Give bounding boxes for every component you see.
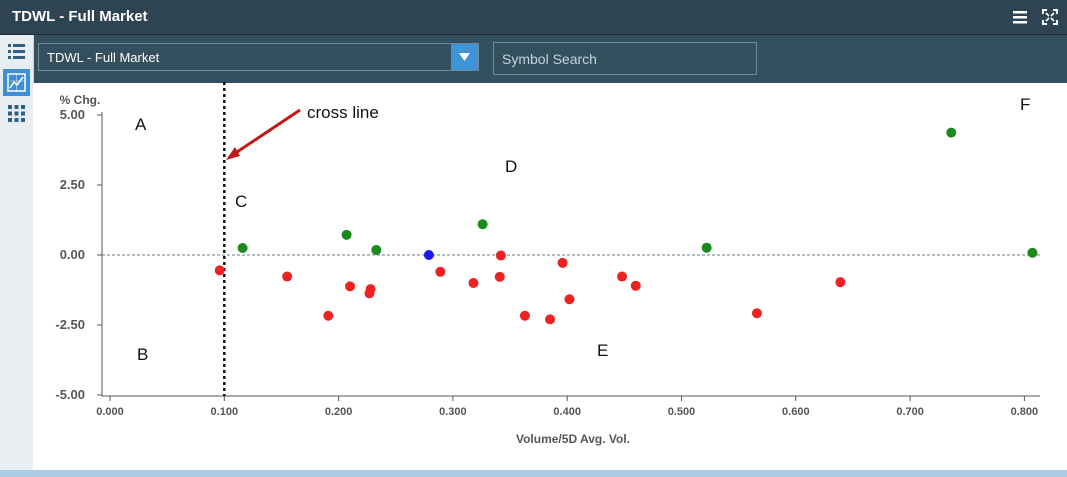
cross-line-arrow (233, 108, 301, 156)
x-tick-label: 0.800 (1011, 406, 1039, 418)
x-tick-label: 0.100 (211, 406, 239, 418)
data-point (365, 284, 376, 295)
region-label-e: E (597, 341, 608, 360)
x-tick-label: 0.200 (325, 406, 353, 418)
y-tick-label: 0.00 (60, 247, 85, 262)
data-point (214, 265, 225, 276)
data-point (946, 127, 957, 138)
x-tick-label: 0.000 (96, 406, 124, 418)
y-axis-label: % Chg. (60, 93, 101, 107)
region-label-c: C (235, 192, 247, 211)
data-point (468, 278, 479, 288)
region-label-b: B (137, 345, 148, 364)
data-point (545, 314, 556, 325)
y-tick-label: 5.00 (60, 107, 85, 122)
cross-line-label: cross line (307, 103, 379, 122)
data-point (423, 250, 434, 260)
x-tick-label: 0.700 (896, 406, 924, 418)
region-label-a: A (135, 115, 147, 134)
data-point (477, 219, 488, 230)
data-point (701, 242, 712, 253)
data-point (495, 250, 506, 261)
region-label-f: F (1020, 95, 1030, 114)
y-tick-label: -5.00 (55, 387, 85, 402)
data-point (617, 271, 628, 282)
data-point (751, 308, 762, 319)
scatter-chart: 5.00 2.50 0.00 -2.50 -5.00 0.000 0.100 0.200 0.3… (55, 82, 1040, 446)
x-axis-label: Volume/5D Avg. Vol. (516, 432, 630, 446)
data-point (323, 310, 334, 321)
data-point (341, 229, 352, 240)
data-point (835, 277, 846, 288)
data-point (494, 271, 505, 282)
data-point (435, 266, 446, 277)
y-tick-label: -2.50 (55, 317, 85, 332)
x-tick-label: 0.300 (439, 406, 467, 418)
arrow-head (226, 147, 240, 160)
data-point (282, 271, 293, 282)
data-point (557, 257, 568, 268)
x-tick-label: 0.600 (782, 406, 810, 418)
bottom-bar (0, 470, 1067, 477)
x-tick-label: 0.400 (553, 406, 581, 418)
x-tick-label: 0.500 (668, 406, 696, 418)
y-tick-label: 2.50 (60, 177, 85, 192)
data-point (371, 244, 382, 255)
data-point (1027, 247, 1038, 258)
data-point (237, 243, 248, 253)
data-point (564, 294, 575, 305)
data-point (345, 281, 356, 292)
data-point (519, 310, 530, 321)
data-point (630, 280, 641, 291)
region-label-d: D (505, 157, 517, 176)
